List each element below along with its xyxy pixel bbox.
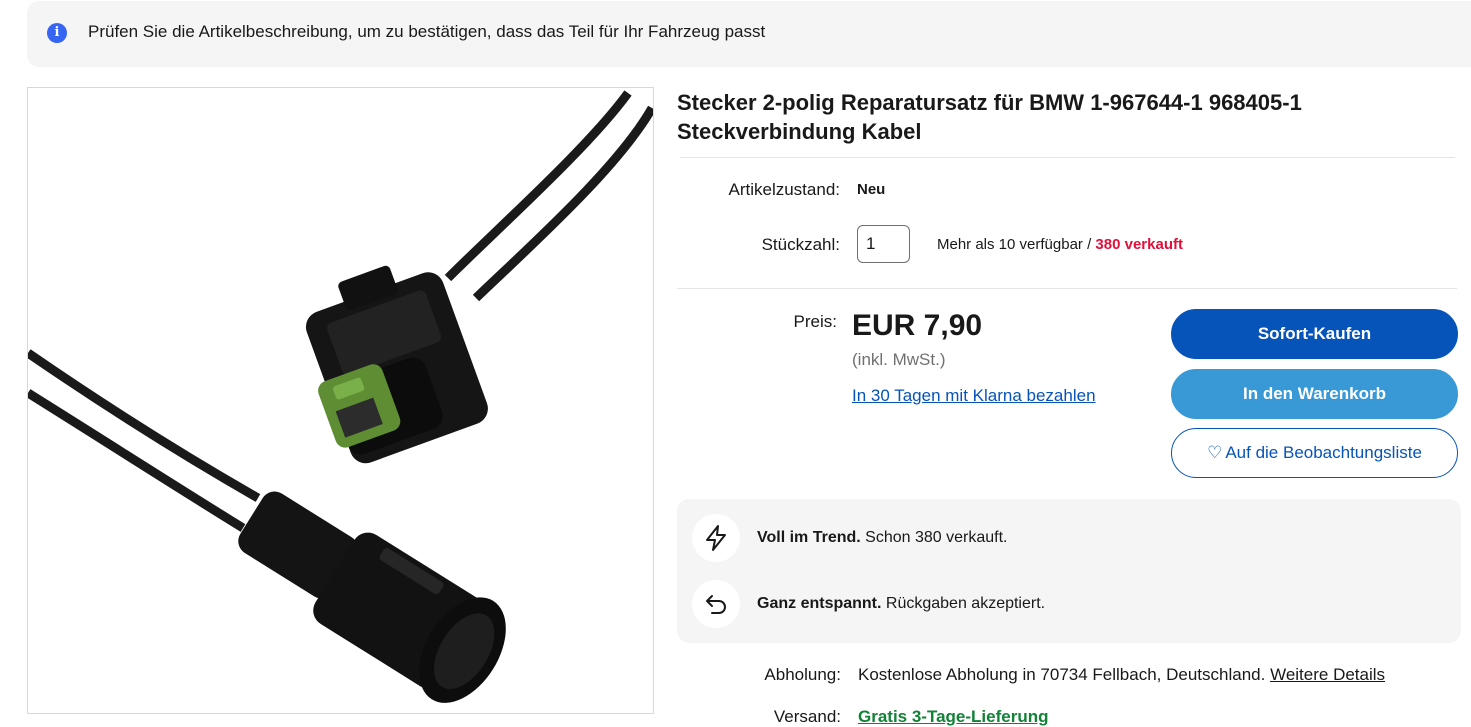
quantity-input[interactable] xyxy=(857,225,910,263)
returns-bold: Ganz entspannt. xyxy=(757,595,882,612)
pickup-text: Kostenlose Abholung in 70734 Fellbach, D… xyxy=(858,665,1271,684)
klarna-link[interactable]: In 30 Tagen mit Klarna bezahlen xyxy=(852,386,1096,406)
info-icon: i xyxy=(47,23,67,43)
pickup-value: Kostenlose Abholung in 70734 Fellbach, D… xyxy=(858,665,1385,685)
trend-bold: Voll im Trend. xyxy=(757,529,861,546)
heart-icon: ♡ xyxy=(1207,443,1223,462)
notice-text: Prüfen Sie die Artikelbeschreibung, um z… xyxy=(88,22,766,41)
trend-text: Schon 380 verkauft. xyxy=(860,529,1008,546)
shipping-value: Gratis 3-Tage-Lieferung xyxy=(858,707,1049,726)
watchlist-label: Auf die Beobachtungsliste xyxy=(1225,443,1422,462)
add-to-cart-button[interactable]: In den Warenkorb xyxy=(1171,369,1458,419)
product-title: Stecker 2-polig Reparatursatz für BMW 1-… xyxy=(677,90,1302,144)
product-image[interactable] xyxy=(27,87,654,714)
buy-now-button[interactable]: Sofort-Kaufen xyxy=(1171,309,1458,359)
returns-text: Rückgaben akzeptiert. xyxy=(881,595,1046,612)
condition-label: Artikelzustand: xyxy=(728,180,841,199)
vat-note: (inkl. MwSt.) xyxy=(852,350,946,369)
divider xyxy=(677,288,1457,289)
price-label: Preis: xyxy=(793,312,837,331)
connector-photo xyxy=(28,90,653,703)
trend-highlight: Voll im Trend. Schon 380 verkauft. xyxy=(757,529,1007,547)
lightning-icon xyxy=(692,514,740,562)
condition-value: Neu xyxy=(857,181,886,198)
availability-count: Mehr als 10 verfügbar / xyxy=(937,236,1096,253)
returns-highlight: Ganz entspannt. Rückgaben akzeptiert. xyxy=(757,595,1045,613)
quantity-label: Stückzahl: xyxy=(761,235,840,254)
sold-count: 380 verkauft xyxy=(1095,236,1183,253)
return-arrow-icon xyxy=(692,580,740,628)
shipping-label: Versand: xyxy=(773,707,841,726)
divider xyxy=(680,157,1455,158)
pickup-label: Abholung: xyxy=(764,665,841,684)
pickup-details-link[interactable]: Weitere Details xyxy=(1270,665,1385,684)
watchlist-button[interactable]: ♡ Auf die Beobachtungsliste xyxy=(1171,428,1458,478)
availability-text: Mehr als 10 verfügbar / 380 verkauft xyxy=(937,236,1183,253)
highlights-panel xyxy=(677,499,1461,643)
price-value: EUR 7,90 xyxy=(852,309,983,342)
